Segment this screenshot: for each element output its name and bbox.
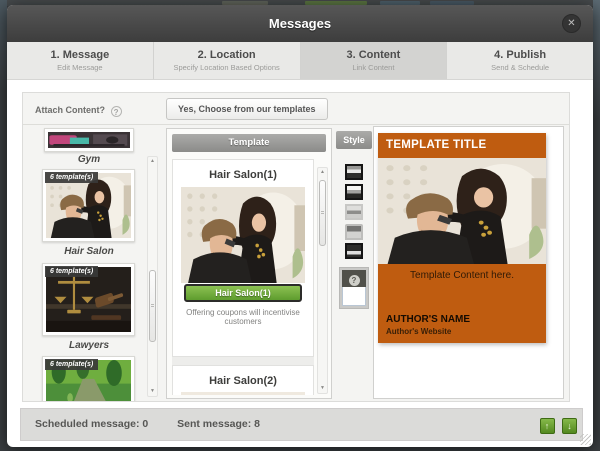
resize-grip-icon[interactable]: [580, 434, 591, 445]
template-title: Hair Salon(1): [173, 169, 313, 181]
scroll-up-icon[interactable]: ▲: [318, 168, 327, 177]
tab-subtitle: Specify Location Based Options: [154, 63, 300, 72]
tab-subtitle: Link Content: [301, 63, 447, 72]
tab-subtitle: Edit Message: [7, 63, 153, 72]
sent-message-count: Sent message: 8: [177, 418, 260, 430]
category-label-lawyers[interactable]: Lawyers: [37, 340, 141, 351]
category-thumb-hair-salon[interactable]: 6 template(s): [42, 169, 135, 242]
dialog-content: Attach Content? ? Yes, Choose from our t…: [7, 80, 593, 408]
style-thumb-bottom: [342, 287, 366, 306]
template-caption: Offering coupons will incentivise custom…: [177, 308, 309, 326]
thumb-grip: [151, 304, 154, 308]
category-thumb-gym[interactable]: [44, 128, 134, 152]
scroll-down-icon[interactable]: ▼: [148, 387, 157, 396]
tab-title: 4. Publish: [447, 49, 593, 61]
attach-content-row: Attach Content? ? Yes, Choose from our t…: [23, 93, 569, 125]
style-header: Style: [336, 131, 372, 149]
category-thumb-lawyers[interactable]: 6 template(s): [42, 263, 135, 336]
messages-dialog: Messages ✕ 1. Message Edit Message 2. Lo…: [7, 5, 593, 447]
style-panel: Style ?: [336, 128, 372, 399]
template-list-scrollbar[interactable]: ▲ ▼: [317, 167, 328, 394]
template-count-badge: 6 template(s): [45, 172, 98, 183]
preview-panel: TEMPLATE TITLE Template Content here. AU…: [373, 126, 564, 399]
status-bar: Scheduled message: 0 Sent message: 8 ↑ ↓: [20, 408, 583, 441]
scroll-up-button[interactable]: ↑: [540, 418, 555, 434]
tab-title: 2. Location: [154, 49, 300, 61]
tab-message[interactable]: 1. Message Edit Message: [7, 42, 154, 79]
template-card-hair-salon-2[interactable]: Hair Salon(2): [172, 365, 314, 395]
tab-location[interactable]: 2. Location Specify Location Based Optio…: [154, 42, 301, 79]
tab-title: 1. Message: [7, 49, 153, 61]
scrollbar-thumb[interactable]: [149, 270, 156, 342]
attach-content-panel: Attach Content? ? Yes, Choose from our t…: [22, 92, 570, 402]
template-image: [181, 187, 305, 283]
preview-content: Template Content here.: [378, 264, 546, 281]
template-card-hair-salon-1[interactable]: Hair Salon(1) Hair Salon(1) Offering cou…: [172, 159, 314, 357]
template-title: Hair Salon(2): [173, 375, 313, 387]
category-thumb-park[interactable]: 6 template(s): [42, 356, 135, 401]
template-list: Hair Salon(1) Hair Salon(1) Offering cou…: [172, 159, 314, 395]
preview-body: Template Content here. AUTHOR'S NAME Aut…: [378, 264, 546, 343]
style-option-2-icon[interactable]: [345, 184, 363, 200]
template-count-badge: 6 template(s): [45, 266, 98, 277]
template-list-panel: Template Hair Salon(1) Hair Salon(1) Off…: [166, 128, 332, 399]
message-counters: Scheduled message: 0 Sent message: 8: [35, 409, 286, 440]
dimmed-background-edge: [593, 0, 600, 120]
tab-title: 3. Content: [301, 49, 447, 61]
scheduled-message-count: Scheduled message: 0: [35, 418, 148, 430]
screen: Messages ✕ 1. Message Edit Message 2. Lo…: [0, 0, 600, 451]
style-option-3-icon[interactable]: [345, 204, 363, 220]
category-label-gym[interactable]: Gym: [37, 154, 141, 165]
help-icon: ?: [349, 275, 360, 286]
scroll-down-button[interactable]: ↓: [562, 418, 577, 434]
scroll-up-icon[interactable]: ▲: [148, 157, 157, 166]
preview-author-name: AUTHOR'S NAME: [386, 314, 470, 325]
footer-buttons: ↑ ↓: [537, 416, 577, 434]
attach-content-text: Attach Content?: [35, 105, 105, 115]
tab-publish[interactable]: 4. Publish Send & Schedule: [447, 42, 593, 79]
wizard-steps: 1. Message Edit Message 2. Location Spec…: [7, 42, 593, 80]
tab-subtitle: Send & Schedule: [447, 63, 593, 72]
style-option-5-icon[interactable]: [345, 243, 363, 259]
close-icon[interactable]: ✕: [562, 14, 581, 33]
dimmed-background-edge: [0, 0, 7, 90]
style-selected-thumb[interactable]: ?: [339, 267, 369, 309]
scroll-down-icon[interactable]: ▼: [318, 384, 327, 393]
attach-content-label: Attach Content? ?: [35, 105, 122, 117]
dialog-title: Messages: [7, 5, 593, 42]
sidebar-scrollbar[interactable]: ▲ ▼: [147, 156, 158, 397]
template-preview-card: TEMPLATE TITLE Template Content here. AU…: [378, 133, 546, 343]
category-sidebar: Gym 6 template(s) Hair Salon 6 template(…: [23, 126, 163, 401]
preview-author-block: AUTHOR'S NAME Author's Website: [386, 314, 470, 336]
preview-image: [378, 158, 546, 264]
template-image: [181, 392, 305, 395]
tab-content[interactable]: 3. Content Link Content: [301, 42, 448, 79]
thumb-grip: [321, 211, 324, 215]
choose-template-button[interactable]: Yes, Choose from our templates: [166, 98, 328, 120]
help-icon[interactable]: ?: [111, 106, 122, 117]
style-option-1-icon[interactable]: [345, 164, 363, 180]
preview-author-website: Author's Website: [386, 327, 470, 336]
category-label-hair-salon[interactable]: Hair Salon: [37, 246, 141, 257]
template-select-button[interactable]: Hair Salon(1): [184, 284, 302, 302]
preview-title: TEMPLATE TITLE: [378, 133, 546, 158]
style-option-4-icon[interactable]: [345, 224, 363, 240]
template-count-badge: 6 template(s): [45, 359, 98, 370]
template-list-header: Template: [172, 134, 326, 152]
scrollbar-thumb[interactable]: [319, 180, 326, 246]
style-thumb-top: ?: [342, 270, 366, 287]
template-browser: Gym 6 template(s) Hair Salon 6 template(…: [23, 126, 569, 401]
dialog-titlebar: Messages ✕: [7, 5, 593, 42]
